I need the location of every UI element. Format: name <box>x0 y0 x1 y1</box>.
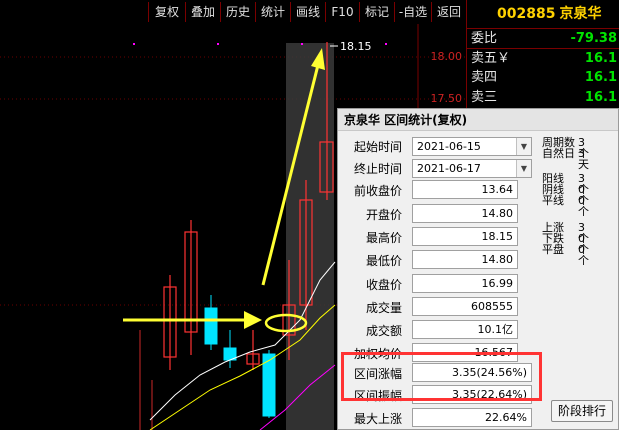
prev-close-value: 13.64 <box>412 180 518 199</box>
interval-stats-dialog: 京泉华 区间统计(复权) 起始时间 2021-06-15 ▼ 终止时间 2021… <box>337 108 619 430</box>
toolbar-back-button[interactable]: 返回 <box>431 2 466 22</box>
close-price-label: 收盘价 <box>365 278 402 292</box>
quote-row: 卖四 16.1 <box>467 68 619 88</box>
start-time-value: 2021-06-15 <box>417 140 481 153</box>
quote-value: 16.1 <box>584 90 617 105</box>
quote-row: 委比 -79.38 <box>467 28 619 48</box>
price-axis-label: 17.50 <box>430 92 463 105</box>
end-time-value: 2021-06-17 <box>417 162 481 175</box>
dialog-title[interactable]: 京泉华 区间统计(复权) <box>338 109 618 131</box>
low-price-label: 最低价 <box>365 254 402 268</box>
quote-value: -79.38 <box>570 31 617 46</box>
quote-panel: 002885 京泉华 委比 -79.38 卖五￥ 16.1 卖四 16.1 卖三 … <box>466 0 619 110</box>
volume-value: 608555 <box>412 297 518 316</box>
toolbar-draw-line-button[interactable]: 画线 <box>290 2 325 22</box>
quote-value: 16.1 <box>584 70 617 85</box>
prev-close-label: 前收盘价 <box>353 184 402 198</box>
price-axis-label: 18.00 <box>430 50 463 63</box>
quote-label: 卖三 <box>471 90 498 105</box>
quote-row: 卖五￥ 16.1 <box>467 48 619 68</box>
chevron-down-icon[interactable]: ▼ <box>516 160 531 177</box>
natural-days-stat: 自然日 3天 <box>542 147 589 171</box>
chevron-down-icon[interactable]: ▼ <box>516 138 531 155</box>
turnover-label: 成交额 <box>365 324 402 338</box>
max-gain-label: 最大上涨 <box>353 412 402 426</box>
end-time-select[interactable]: 2021-06-17 ▼ <box>412 159 532 178</box>
toolbar-f10-button[interactable]: F10 <box>325 2 359 22</box>
flat-candle-stat: 平线 0个 <box>542 194 589 218</box>
quote-label: 卖五￥ <box>471 51 511 66</box>
end-time-label: 终止时间 <box>353 162 402 176</box>
quote-label: 委比 <box>471 31 498 46</box>
peak-price-label: 18.15 <box>340 40 372 53</box>
stock-header: 002885 京泉华 <box>467 0 619 28</box>
volume-label: 成交量 <box>365 301 402 315</box>
flat-stat: 平盘 0个 <box>542 243 589 267</box>
open-price-value: 14.80 <box>412 204 518 223</box>
interval-amplitude-value: 3.35(22.64%) <box>412 385 532 404</box>
stock-name: 京泉华 <box>559 6 602 22</box>
toolbar-watchlist-button[interactable]: -自选 <box>394 2 431 22</box>
high-price-label: 最高价 <box>365 231 402 245</box>
start-time-select[interactable]: 2021-06-15 ▼ <box>412 137 532 156</box>
high-price-value: 18.15 <box>412 227 518 246</box>
chart-toolbar: 复权 叠加 历史 统计 画线 F10 标记 -自选 返回 <box>0 0 466 24</box>
max-gain-value: 22.64% <box>412 408 532 427</box>
candle <box>204 307 218 345</box>
toolbar-overlay-button[interactable]: 叠加 <box>185 2 220 22</box>
toolbar-restore-rights-button[interactable]: 复权 <box>148 2 185 22</box>
turnover-value: 10.1亿 <box>412 320 518 339</box>
interval-gain-value: 3.35(24.56%) <box>412 363 532 382</box>
stock-code: 002885 <box>497 6 556 22</box>
open-price-label: 开盘价 <box>365 208 402 222</box>
toolbar-history-button[interactable]: 历史 <box>220 2 255 22</box>
quote-label: 卖四 <box>471 70 498 85</box>
interval-gain-label: 区间涨幅 <box>353 367 402 381</box>
low-price-value: 14.80 <box>412 250 518 269</box>
weighted-avg-value: 16.567 <box>412 343 518 362</box>
interval-amplitude-label: 区间振幅 <box>353 389 402 403</box>
close-price-value: 16.99 <box>412 274 518 293</box>
toolbar-statistics-button[interactable]: 统计 <box>255 2 290 22</box>
toolbar-mark-button[interactable]: 标记 <box>359 2 394 22</box>
quote-value: 16.1 <box>584 51 617 66</box>
start-time-label: 起始时间 <box>353 140 402 154</box>
quote-row: 卖三 16.1 <box>467 88 619 108</box>
stage-ranking-button[interactable]: 阶段排行 <box>551 400 613 422</box>
weighted-avg-label: 加权均价 <box>353 347 402 361</box>
